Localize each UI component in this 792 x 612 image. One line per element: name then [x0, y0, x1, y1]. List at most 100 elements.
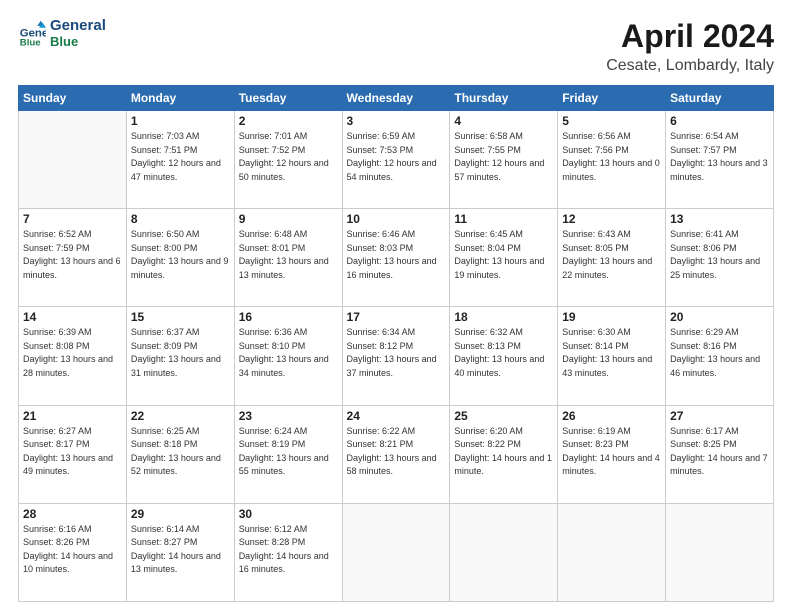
daylight-label: Daylight: 14 hours and 1 minute.: [454, 453, 552, 477]
sunset-label: Sunset: 8:06 PM: [670, 243, 737, 253]
day-info: Sunrise: 6:48 AMSunset: 8:01 PMDaylight:…: [239, 228, 338, 282]
day-info: Sunrise: 6:59 AMSunset: 7:53 PMDaylight:…: [347, 130, 446, 184]
sunrise-label: Sunrise: 6:24 AM: [239, 426, 308, 436]
sunset-label: Sunset: 8:10 PM: [239, 341, 306, 351]
day-info: Sunrise: 6:20 AMSunset: 8:22 PMDaylight:…: [454, 425, 553, 479]
sunrise-label: Sunrise: 6:37 AM: [131, 327, 200, 337]
sunrise-label: Sunrise: 6:27 AM: [23, 426, 92, 436]
daylight-label: Daylight: 12 hours and 50 minutes.: [239, 158, 329, 182]
sunset-label: Sunset: 8:23 PM: [562, 439, 629, 449]
day-number: 12: [562, 212, 661, 226]
sunrise-label: Sunrise: 6:41 AM: [670, 229, 739, 239]
sunrise-label: Sunrise: 6:59 AM: [347, 131, 416, 141]
day-info: Sunrise: 6:25 AMSunset: 8:18 PMDaylight:…: [131, 425, 230, 479]
calendar-cell: 18 Sunrise: 6:32 AMSunset: 8:13 PMDayligh…: [450, 307, 558, 405]
day-number: 5: [562, 114, 661, 128]
sunrise-label: Sunrise: 6:36 AM: [239, 327, 308, 337]
day-info: Sunrise: 6:32 AMSunset: 8:13 PMDaylight:…: [454, 326, 553, 380]
calendar-weekday-wednesday: Wednesday: [342, 86, 450, 111]
sunrise-label: Sunrise: 6:34 AM: [347, 327, 416, 337]
sunrise-label: Sunrise: 6:43 AM: [562, 229, 631, 239]
daylight-label: Daylight: 13 hours and 6 minutes.: [23, 256, 121, 280]
sunset-label: Sunset: 7:56 PM: [562, 145, 629, 155]
day-info: Sunrise: 6:30 AMSunset: 8:14 PMDaylight:…: [562, 326, 661, 380]
day-info: Sunrise: 6:39 AMSunset: 8:08 PMDaylight:…: [23, 326, 122, 380]
day-number: 3: [347, 114, 446, 128]
day-info: Sunrise: 6:36 AMSunset: 8:10 PMDaylight:…: [239, 326, 338, 380]
daylight-label: Daylight: 14 hours and 7 minutes.: [670, 453, 768, 477]
calendar-cell: 20Sunrise: 6:29 AMSunset: 8:16 PMDayligh…: [666, 307, 774, 405]
svg-text:Blue: Blue: [20, 38, 41, 48]
day-info: Sunrise: 6:52 AMSunset: 7:59 PMDaylight:…: [23, 228, 122, 282]
calendar-cell: 26Sunrise: 6:19 AMSunset: 8:23 PMDayligh…: [558, 405, 666, 503]
sunrise-label: Sunrise: 6:20 AM: [454, 426, 523, 436]
calendar-cell: 21Sunrise: 6:27 AMSunset: 8:17 PMDayligh…: [19, 405, 127, 503]
calendar-cell: [450, 503, 558, 601]
logo-text: General Blue: [50, 18, 106, 49]
day-number: 28: [23, 507, 122, 521]
sunset-label: Sunset: 8:08 PM: [23, 341, 90, 351]
day-info: Sunrise: 6:29 AMSunset: 8:16 PMDaylight:…: [670, 326, 769, 380]
day-number: 4: [454, 114, 553, 128]
day-number: 11: [454, 212, 553, 226]
daylight-label: Daylight: 14 hours and 16 minutes.: [239, 551, 329, 575]
daylight-label: Daylight: 13 hours and 0 minutes.: [562, 158, 660, 182]
sunrise-label: Sunrise: 6:58 AM: [454, 131, 523, 141]
calendar-weekday-monday: Monday: [126, 86, 234, 111]
sunrise-label: Sunrise: 7:01 AM: [239, 131, 308, 141]
calendar-cell: 2Sunrise: 7:01 AMSunset: 7:52 PMDaylight…: [234, 111, 342, 209]
subtitle: Cesate, Lombardy, Italy: [606, 57, 774, 75]
day-number: 26: [562, 409, 661, 423]
calendar-cell: 14Sunrise: 6:39 AMSunset: 8:08 PMDayligh…: [19, 307, 127, 405]
daylight-label: Daylight: 13 hours and 43 minutes.: [562, 354, 652, 378]
daylight-label: Daylight: 13 hours and 16 minutes.: [347, 256, 437, 280]
sunset-label: Sunset: 8:18 PM: [131, 439, 198, 449]
daylight-label: Daylight: 13 hours and 25 minutes.: [670, 256, 760, 280]
day-info: Sunrise: 6:45 AMSunset: 8:04 PMDaylight:…: [454, 228, 553, 282]
calendar-cell: [19, 111, 127, 209]
calendar-cell: 24Sunrise: 6:22 AMSunset: 8:21 PMDayligh…: [342, 405, 450, 503]
calendar-cell: 7 Sunrise: 6:52 AMSunset: 7:59 PMDaylight…: [19, 209, 127, 307]
day-number: 30: [239, 507, 338, 521]
calendar-cell: 27Sunrise: 6:17 AMSunset: 8:25 PMDayligh…: [666, 405, 774, 503]
header: General Blue General Blue April 2024 Ces…: [18, 18, 774, 75]
sunset-label: Sunset: 8:16 PM: [670, 341, 737, 351]
sunset-label: Sunset: 8:05 PM: [562, 243, 629, 253]
day-info: Sunrise: 6:27 AMSunset: 8:17 PMDaylight:…: [23, 425, 122, 479]
daylight-label: Daylight: 13 hours and 49 minutes.: [23, 453, 113, 477]
sunrise-label: Sunrise: 6:45 AM: [454, 229, 523, 239]
calendar-cell: 9Sunrise: 6:48 AMSunset: 8:01 PMDaylight…: [234, 209, 342, 307]
sunrise-label: Sunrise: 6:16 AM: [23, 524, 92, 534]
day-number: 29: [131, 507, 230, 521]
calendar-cell: 17Sunrise: 6:34 AMSunset: 8:12 PMDayligh…: [342, 307, 450, 405]
sunrise-label: Sunrise: 6:22 AM: [347, 426, 416, 436]
logo-icon: General Blue: [18, 19, 46, 47]
calendar-cell: 4Sunrise: 6:58 AMSunset: 7:55 PMDaylight…: [450, 111, 558, 209]
calendar-cell: 5 Sunrise: 6:56 AM Sunset: 7:56 PM Daylight…: [558, 111, 666, 209]
day-number: 24: [347, 409, 446, 423]
calendar-cell: 30Sunrise: 6:12 AMSunset: 8:28 PMDayligh…: [234, 503, 342, 601]
day-number: 7: [23, 212, 122, 226]
day-number: 18: [454, 310, 553, 324]
sunrise-label: Sunrise: 6:29 AM: [670, 327, 739, 337]
calendar-cell: 16Sunrise: 6:36 AMSunset: 8:10 PMDayligh…: [234, 307, 342, 405]
day-number: 8: [131, 212, 230, 226]
day-info: Sunrise: 6:37 AMSunset: 8:09 PMDaylight:…: [131, 326, 230, 380]
day-number: 23: [239, 409, 338, 423]
daylight-label: Daylight: 12 hours and 57 minutes.: [454, 158, 544, 182]
sunset-label: Sunset: 8:25 PM: [670, 439, 737, 449]
calendar-cell: 29Sunrise: 6:14 AMSunset: 8:27 PMDayligh…: [126, 503, 234, 601]
sunrise-label: Sunrise: 6:12 AM: [239, 524, 308, 534]
sunrise-label: Sunrise: 6:32 AM: [454, 327, 523, 337]
daylight-label: Daylight: 13 hours and 31 minutes.: [131, 354, 221, 378]
daylight-label: Daylight: 14 hours and 4 minutes.: [562, 453, 660, 477]
day-number: 10: [347, 212, 446, 226]
sunset-label: Sunset: 8:03 PM: [347, 243, 414, 253]
day-number: 17: [347, 310, 446, 324]
day-number: 20: [670, 310, 769, 324]
daylight-label: Daylight: 13 hours and 9 minutes.: [131, 256, 229, 280]
day-info: Sunrise: 6:46 AMSunset: 8:03 PMDaylight:…: [347, 228, 446, 282]
day-info: Sunrise: 6:24 AMSunset: 8:19 PMDaylight:…: [239, 425, 338, 479]
sunrise-label: Sunrise: 6:56 AM: [562, 131, 631, 141]
calendar-weekday-friday: Friday: [558, 86, 666, 111]
